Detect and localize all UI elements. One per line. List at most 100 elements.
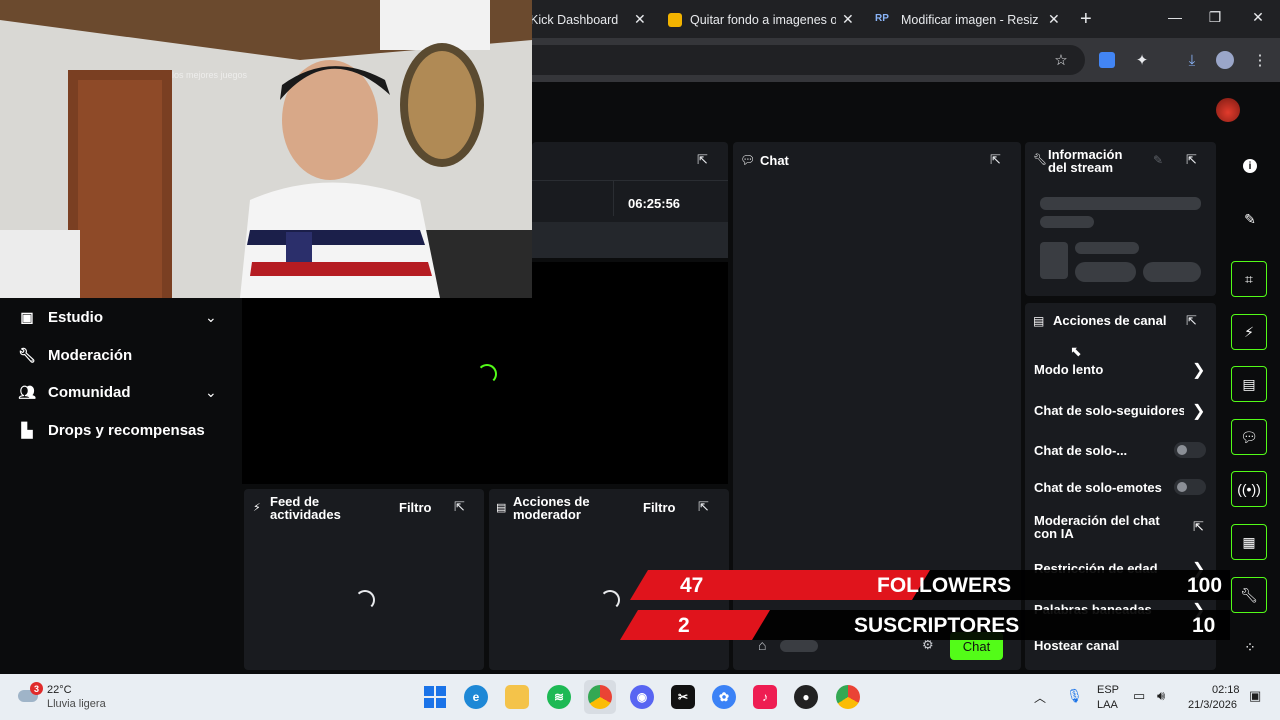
tab-title: Quitar fondo a imagenes on	[690, 13, 836, 27]
profile-avatar[interactable]	[1215, 50, 1235, 70]
pencil-icon[interactable]: ✎	[1238, 207, 1262, 231]
tab-close-icon[interactable]: ✕	[1048, 11, 1060, 28]
sidebar-item-estudio[interactable]: ▣ Estudio	[18, 308, 103, 326]
tab-resizepixel[interactable]: RP Modificar imagen - ResizePi	[875, 6, 1039, 34]
action-hostear-canal[interactable]: Hostear canal	[1034, 638, 1184, 653]
expand-icon[interactable]: ⇱	[698, 499, 709, 515]
lightning-icon[interactable]: ⚡︎	[1231, 314, 1267, 350]
chevron-down-icon[interactable]: ⌄	[205, 309, 217, 326]
discord-icon[interactable]: ◉	[630, 685, 654, 709]
notification-icon[interactable]: ▣	[1249, 688, 1261, 704]
notes-icon[interactable]: ▤	[1231, 366, 1267, 402]
action-moderacion-ia[interactable]: Moderación del chat con IA	[1034, 514, 1184, 540]
browser-menu-icon[interactable]: ⋮	[1250, 50, 1270, 70]
chat-title: Chat	[760, 153, 789, 168]
volume-icon[interactable]: 🔊︎	[1157, 688, 1165, 704]
chrome-profile-icon[interactable]	[836, 685, 860, 709]
spotify-icon[interactable]: ≋	[547, 685, 571, 709]
wrench-icon[interactable]: 🔧︎	[1231, 577, 1267, 613]
webcam-watermark: los mejores juegos	[172, 70, 248, 80]
chrome-icon[interactable]	[588, 685, 612, 709]
tiktok-icon[interactable]: ♪	[753, 685, 777, 709]
windows-start-icon[interactable]	[423, 685, 447, 709]
bookmark-star-icon[interactable]: ☆	[1051, 50, 1071, 70]
subs-progress-shape	[620, 610, 770, 640]
skeleton-pill	[1143, 262, 1201, 282]
expand-icon[interactable]: ⇱	[1186, 152, 1197, 168]
new-tab-button[interactable]: +	[1080, 8, 1092, 31]
chevron-down-icon[interactable]: ⌄	[205, 384, 217, 401]
action-modo-lento[interactable]: Modo lento	[1034, 362, 1184, 377]
restore-icon[interactable]: ❐	[1205, 9, 1225, 26]
info-title: Información del stream	[1048, 148, 1122, 174]
weather-desc[interactable]: Lluvia ligera	[47, 698, 106, 710]
divider	[532, 180, 728, 181]
expand-icon[interactable]: ⇱	[990, 152, 1001, 168]
capcut-icon[interactable]: ✂	[671, 685, 695, 709]
tab-quitar-fondo[interactable]: Quitar fondo a imagenes on	[668, 6, 836, 34]
toggle-knob	[1177, 482, 1187, 492]
stream-title-bar	[532, 222, 728, 258]
filter-button[interactable]: Filtro	[399, 501, 432, 514]
external-link-icon[interactable]: ⇱	[1193, 519, 1204, 535]
loading-spinner	[477, 364, 497, 384]
skeleton-line	[1040, 216, 1094, 228]
file-explorer-icon[interactable]	[505, 685, 529, 709]
chat-icon[interactable]: 💬︎	[1231, 419, 1267, 455]
followers-goal: 100	[1187, 574, 1223, 597]
screenshot-icon[interactable]: ⌗	[1231, 261, 1267, 297]
action-solo-emotes[interactable]: Chat de solo-emotes	[1034, 480, 1169, 495]
clock-time[interactable]: 02:18	[1212, 684, 1240, 696]
expand-icon[interactable]: ⇱	[454, 499, 465, 515]
activity-feed-title: Feed de actividades	[270, 495, 341, 521]
expand-icon[interactable]: ⇱	[1186, 313, 1197, 329]
tab-close-icon[interactable]: ✕	[634, 11, 646, 28]
tab-title: Modificar imagen - ResizePi	[901, 13, 1039, 27]
network-icon[interactable]: ▭	[1133, 688, 1145, 704]
edit-icon[interactable]: ✎	[1153, 153, 1163, 167]
list-icon: ▤	[496, 502, 507, 514]
nodes-icon[interactable]: ⁘	[1238, 635, 1262, 659]
sidebar-item-comunidad[interactable]: 👥︎ Comunidad	[18, 383, 130, 401]
tab-title: Kick Dashboard	[530, 13, 619, 27]
translate-icon[interactable]	[1097, 50, 1117, 70]
filter-button[interactable]: Filtro	[643, 501, 676, 514]
channel-actions-title: Acciones de canal	[1053, 313, 1167, 328]
title-line2: moderador	[513, 507, 581, 522]
download-icon[interactable]: ⤓	[1182, 50, 1202, 70]
wrench-icon: 🔧︎	[1033, 154, 1047, 166]
tab-close-icon[interactable]: ✕	[842, 11, 854, 28]
weather-icon[interactable]: 3	[16, 682, 43, 706]
weather-badge: 3	[30, 682, 43, 695]
language-layout[interactable]: LAA	[1097, 699, 1118, 711]
chevron-right-icon[interactable]: ❯	[1192, 360, 1205, 380]
drops-icon: ▙	[21, 421, 33, 438]
tray-chevron-up-icon[interactable]: ︿	[1034, 689, 1046, 706]
window-close-icon[interactable]: ✕	[1248, 9, 1268, 26]
microphone-icon[interactable]: 🎙︎	[1066, 688, 1083, 704]
channel-actions-icon[interactable]: ▦	[1231, 524, 1267, 560]
clock-date[interactable]: 21/3/2026	[1188, 699, 1237, 711]
weather-temp[interactable]: 22°C	[47, 684, 72, 696]
action-solo-seguidores[interactable]: Chat de solo-seguidores	[1034, 403, 1184, 418]
tab-kick-dashboard[interactable]: Kick Dashboard	[530, 6, 650, 34]
expand-icon[interactable]: ⇱	[697, 152, 708, 168]
chevron-right-icon[interactable]: ❯	[1192, 401, 1205, 421]
toggle-switch[interactable]	[1174, 479, 1206, 495]
minimize-icon[interactable]: —	[1165, 9, 1185, 25]
language-code[interactable]: ESP	[1097, 684, 1119, 696]
sidebar-item-drops[interactable]: ▙ Drops y recompensas	[18, 421, 205, 439]
info-icon[interactable]: i	[1238, 154, 1262, 178]
broadcast-icon[interactable]: ((•))	[1231, 471, 1267, 507]
extensions-icon[interactable]: ✦	[1132, 50, 1152, 70]
toggle-switch[interactable]	[1174, 442, 1206, 458]
user-avatar[interactable]	[1216, 98, 1240, 122]
skeleton-thumb	[1040, 242, 1068, 279]
obs-icon[interactable]: ●	[794, 685, 818, 709]
moderator-actions-title: Acciones de moderador	[513, 495, 590, 521]
chat-bubble-icon: 💬︎	[740, 153, 756, 167]
edge-icon[interactable]: e	[464, 685, 488, 709]
app-icon[interactable]: ✿	[712, 685, 736, 709]
action-solo-suscriptores[interactable]: Chat de solo-...	[1034, 443, 1164, 458]
sidebar-item-moderacion[interactable]: 🔧︎ Moderación	[18, 346, 132, 364]
